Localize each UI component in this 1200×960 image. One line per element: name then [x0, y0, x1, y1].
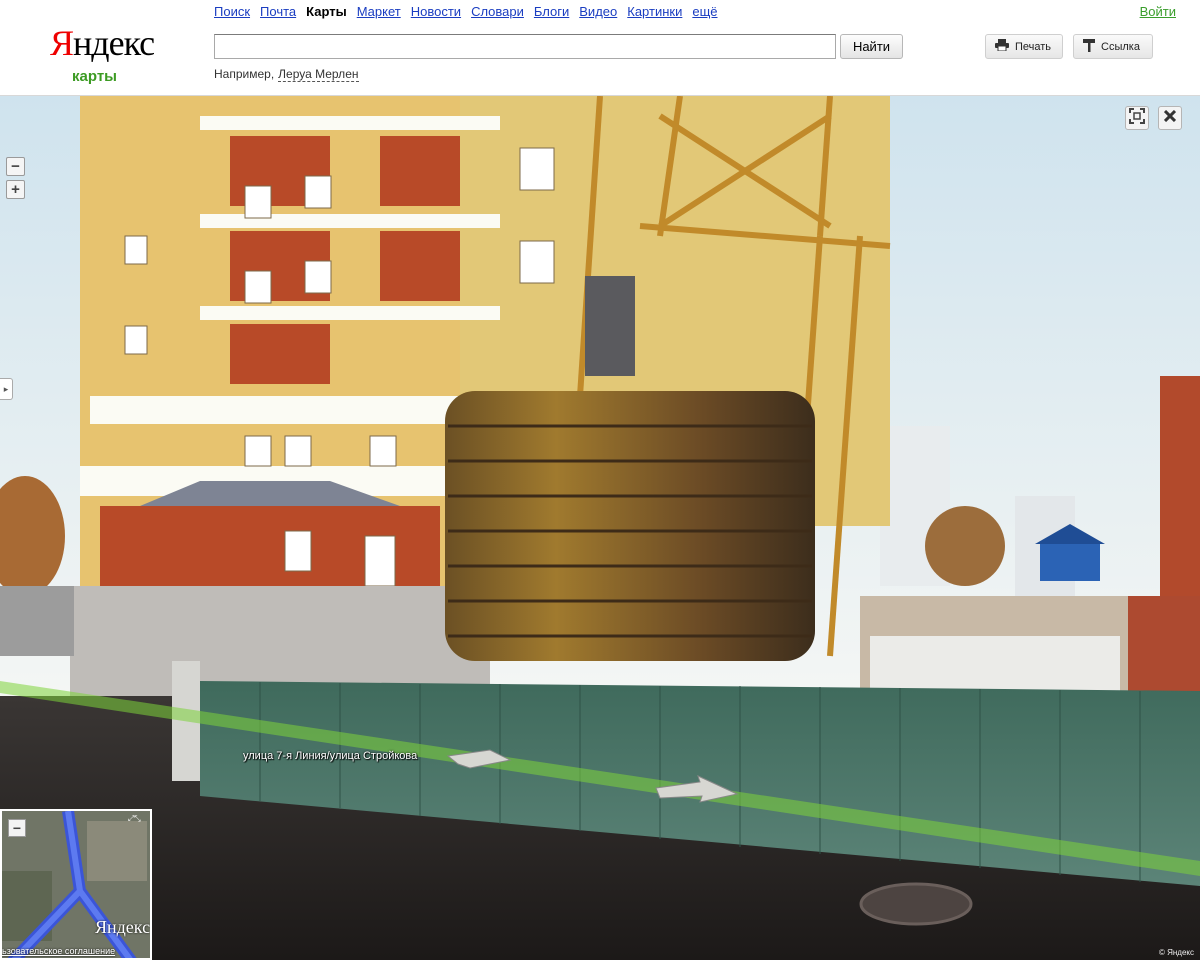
nav-item-video[interactable]: Видео [579, 4, 617, 19]
blue-house [1040, 541, 1100, 581]
header: Яндекс карты Поиск Почта Карты Маркет Но… [0, 0, 1200, 96]
brick-stack [1128, 596, 1200, 696]
nav-item-search[interactable]: Поиск [214, 4, 250, 19]
mini-map-logo: Яндекс [95, 917, 151, 937]
search-button[interactable]: Найти [840, 34, 903, 59]
fullscreen-button[interactable] [1125, 106, 1149, 130]
print-button[interactable]: Печать [985, 34, 1063, 59]
tree-right [925, 506, 1005, 586]
rusted-tank [445, 391, 815, 661]
fullscreen-icon [1129, 107, 1145, 129]
nav-item-images[interactable]: Картинки [627, 4, 682, 19]
manhole [859, 882, 973, 926]
mini-map[interactable]: − ⤢⤡ Яндекс ьзовательское соглашение [0, 809, 152, 960]
nav-item-mail[interactable]: Почта [260, 4, 296, 19]
nav-item-market[interactable]: Маркет [357, 4, 401, 19]
logo-first-letter: Я [50, 23, 74, 63]
example-link[interactable]: Леруа Мерлен [278, 67, 359, 82]
nav-item-news[interactable]: Новости [411, 4, 461, 19]
side-panel-toggle[interactable]: ▸ [0, 378, 13, 400]
printer-icon [995, 39, 1009, 54]
mini-map-zoom-out[interactable]: − [8, 819, 26, 837]
nav-item-blogs[interactable]: Блоги [534, 4, 569, 19]
services-nav: Поиск Почта Карты Маркет Новости Словари… [214, 4, 718, 19]
copyright: © Яндекс [1158, 948, 1194, 957]
close-icon [1163, 109, 1177, 127]
search-input[interactable] [214, 34, 836, 59]
search-example: Например, Леруа Мерлен [214, 67, 359, 82]
panorama-scene [0, 96, 1200, 960]
user-agreement-link[interactable]: ьзовательское соглашение [2, 946, 115, 956]
expand-icon[interactable]: ⤢⤡ [128, 814, 146, 824]
close-button[interactable] [1158, 106, 1182, 130]
street-label: улица 7-я Линия/улица Стройкова [243, 750, 418, 762]
nav-item-maps: Карты [306, 4, 347, 19]
login-link[interactable]: Войти [1140, 4, 1176, 19]
yandex-logo[interactable]: Яндекс [50, 22, 155, 64]
print-label: Печать [1015, 40, 1052, 53]
example-prefix: Например, [214, 67, 275, 81]
grey-slab [0, 586, 74, 656]
link-label: Ссылка [1101, 40, 1140, 53]
street-panorama[interactable]: − + ▸ улица 7-я Линия/улица Стройкова © … [0, 96, 1200, 960]
logo-rest: ндекс [73, 23, 155, 63]
zoom-in-button[interactable]: + [6, 180, 25, 199]
nav-item-dictionaries[interactable]: Словари [471, 4, 524, 19]
grey-annex [70, 586, 490, 696]
service-name[interactable]: карты [72, 68, 117, 85]
nav-item-more[interactable]: ещё [692, 4, 717, 19]
crane-hook [585, 276, 635, 376]
link-button[interactable]: Ссылка [1073, 34, 1153, 59]
zoom-out-button[interactable]: − [6, 157, 25, 176]
link-icon [1083, 38, 1095, 55]
